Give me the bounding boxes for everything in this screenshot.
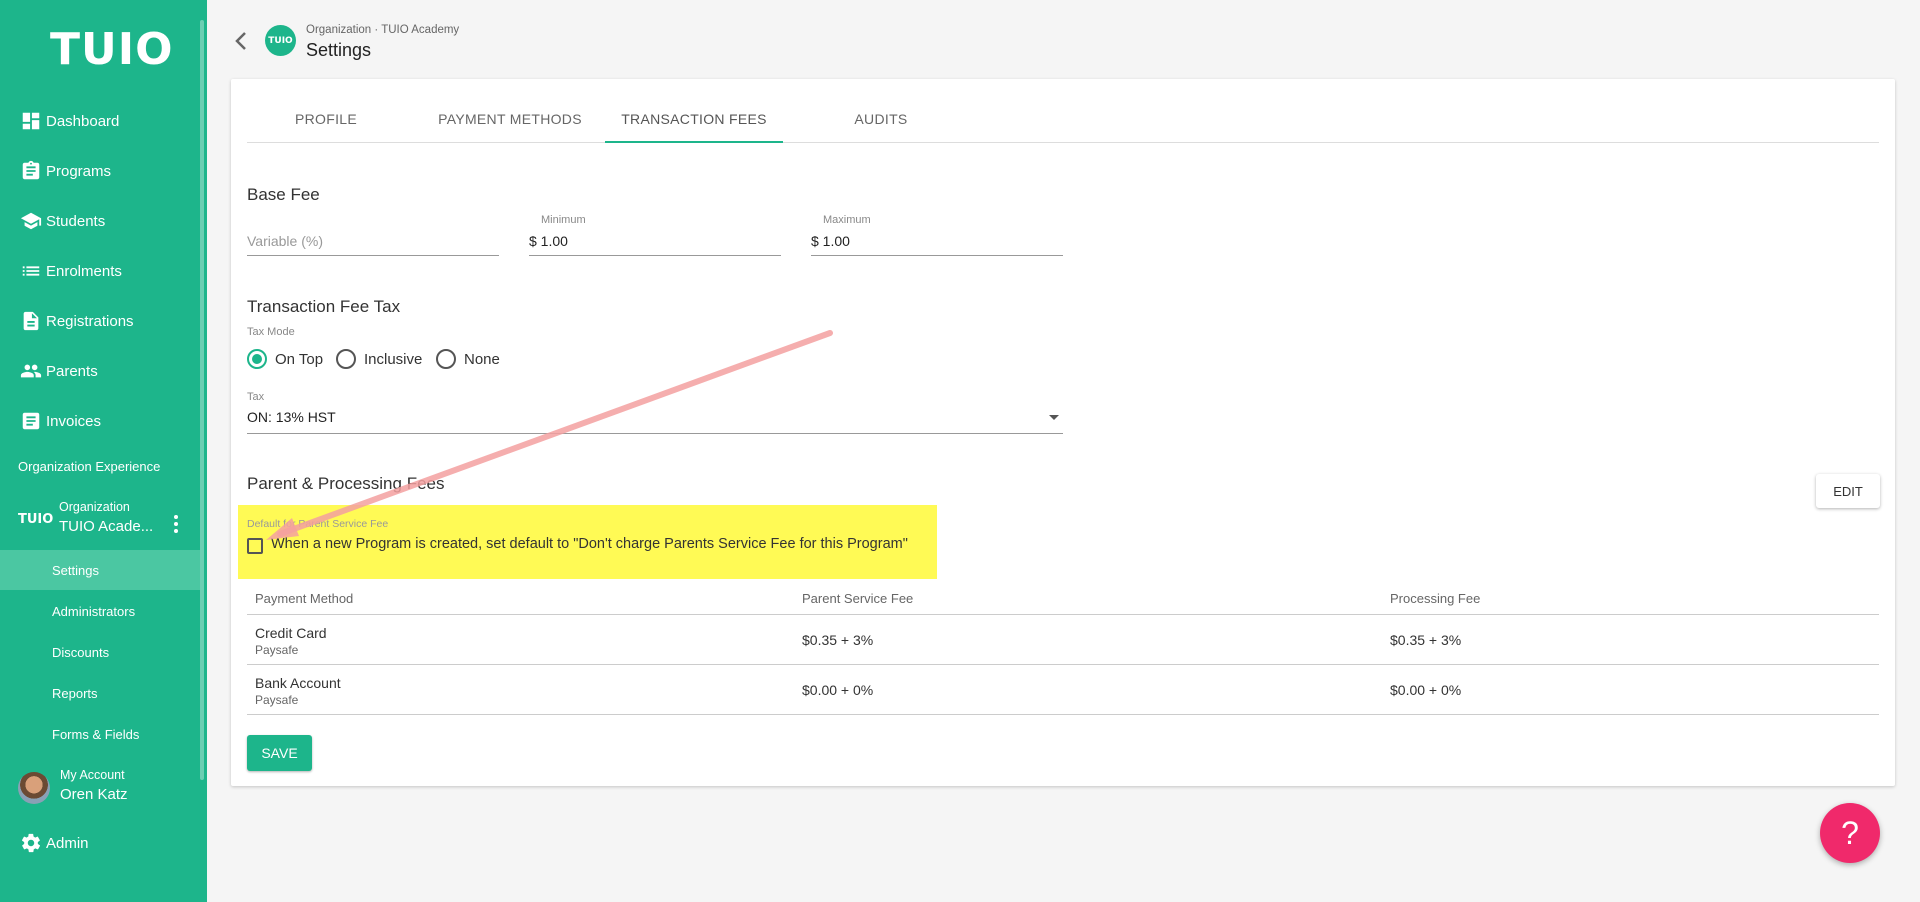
sidebar-item-registrations[interactable]: Registrations [0, 301, 200, 341]
page-title: Settings [306, 40, 372, 60]
tab-bar: PROFILE PAYMENT METHODS TRANSACTION FEES… [247, 109, 1879, 143]
sidebar-item-label: Enrolments [46, 262, 122, 280]
edit-button[interactable]: EDIT [1816, 474, 1880, 508]
table-row[interactable]: Bank Account Paysafe $0.00 + 0% $0.00 + … [247, 665, 1879, 715]
radio-none[interactable]: None [436, 349, 500, 369]
sidebar-item-admin[interactable]: Admin [0, 823, 200, 863]
base-fee-heading: Base Fee [247, 185, 320, 204]
sidebar-scrollbar[interactable] [200, 20, 204, 780]
default-parent-fee-label: Default for Parent Service Fee [247, 518, 389, 530]
sidebar-item-label: Registrations [46, 312, 134, 330]
sidebar-item-label: Dashboard [46, 112, 120, 130]
transaction-fee-tax-heading: Transaction Fee Tax [247, 297, 401, 316]
payment-method-cell: Bank Account Paysafe [255, 675, 341, 707]
tax-label: Tax [247, 391, 265, 403]
save-button[interactable]: SAVE [247, 735, 312, 771]
app-logo[interactable]: TUIO [50, 24, 174, 75]
sidebar-item-label: Parents [46, 362, 98, 380]
payment-method-name: Credit Card [255, 625, 327, 641]
back-arrow-icon[interactable] [233, 30, 249, 52]
tax-select[interactable]: ON: 13% HST [247, 406, 1063, 434]
column-header-processing-fee: Processing Fee [1390, 591, 1481, 606]
my-account[interactable]: My Account Oren Katz [0, 766, 200, 814]
default-parent-fee-checkbox[interactable] [247, 538, 263, 554]
tab-audits[interactable]: AUDITS [792, 109, 970, 143]
people-icon [20, 364, 42, 378]
parent-fee-cell: $0.35 + 3% [802, 632, 874, 648]
sidebar-item-label: Programs [46, 162, 112, 180]
payment-method-cell: Credit Card Paysafe [255, 625, 327, 657]
tax-select-value: ON: 13% HST [247, 409, 336, 425]
minimum-label: Minimum [541, 214, 586, 226]
section-label-organization-experience: Organization Experience [18, 459, 161, 474]
sidebar-item-administrators[interactable]: Administrators [0, 591, 200, 631]
column-header-payment-method: Payment Method [255, 591, 354, 606]
gear-icon [21, 833, 41, 853]
sidebar-item-label: Students [46, 212, 106, 230]
maximum-label: Maximum [823, 214, 871, 226]
sidebar: TUIO Dashboard Programs Students Enrolme… [0, 0, 207, 902]
sidebar-item-students[interactable]: Students [0, 201, 200, 241]
list-icon [22, 266, 40, 276]
sidebar-item-forms-fields[interactable]: Forms & Fields [0, 714, 200, 754]
table-header: Payment Method Parent Service Fee Proces… [247, 579, 1879, 615]
highlight-annotation: Default for Parent Service Fee When a ne… [238, 505, 937, 579]
payment-provider: Paysafe [255, 643, 299, 657]
org-logo: TUIO [18, 512, 54, 527]
tab-profile[interactable]: PROFILE [247, 109, 405, 143]
variable-percent-placeholder: Variable (%) [247, 233, 323, 249]
fees-table: Payment Method Parent Service Fee Proces… [247, 579, 1879, 715]
dropdown-arrow-icon [1049, 415, 1059, 420]
parent-fee-cell: $0.00 + 0% [802, 682, 874, 698]
radio-label: Inclusive [364, 350, 423, 368]
sidebar-item-dashboard[interactable]: Dashboard [0, 101, 200, 141]
processing-fee-cell: $0.35 + 3% [1390, 632, 1462, 648]
parent-processing-fees-heading: Parent & Processing Fees [247, 474, 445, 493]
default-parent-fee-text: When a new Program is created, set defau… [271, 536, 908, 552]
sidebar-item-settings[interactable]: Settings [0, 550, 200, 590]
organization-switcher[interactable]: TUIO Organization TUIO Acade... [0, 498, 200, 546]
tab-transaction-fees[interactable]: TRANSACTION FEES [605, 109, 783, 143]
clipboard-icon [22, 160, 40, 180]
org-label: Organization [59, 500, 130, 514]
account-name: Oren Katz [60, 786, 128, 803]
table-row[interactable]: Credit Card Paysafe $0.35 + 3% $0.35 + 3… [247, 615, 1879, 665]
radio-label: On Top [275, 350, 324, 368]
payment-method-name: Bank Account [255, 675, 341, 691]
avatar [18, 772, 50, 804]
tax-mode-label: Tax Mode [247, 326, 295, 338]
column-header-parent-service-fee: Parent Service Fee [802, 591, 914, 606]
more-vert-icon[interactable] [166, 512, 186, 536]
radio-unchecked-icon [336, 349, 356, 369]
school-icon [20, 212, 42, 230]
radio-unchecked-icon [436, 349, 456, 369]
sidebar-item-label: Invoices [46, 412, 102, 430]
org-name: TUIO Acade... [59, 518, 154, 535]
dashboard-icon [22, 112, 40, 130]
sidebar-item-label: Admin [46, 834, 89, 852]
minimum-input[interactable]: $ 1.00 [529, 230, 781, 256]
sidebar-item-enrolments[interactable]: Enrolments [0, 251, 200, 291]
receipt-icon [22, 412, 40, 430]
radio-inclusive[interactable]: Inclusive [336, 349, 422, 369]
org-avatar: TUIO [265, 25, 296, 56]
sidebar-item-parents[interactable]: Parents [0, 351, 200, 391]
account-label: My Account [60, 768, 125, 782]
sidebar-item-reports[interactable]: Reports [0, 673, 200, 713]
variable-percent-input[interactable]: Variable (%) [247, 230, 499, 256]
document-icon [23, 311, 39, 331]
maximum-input[interactable]: $ 1.00 [811, 230, 1063, 256]
tab-payment-methods[interactable]: PAYMENT METHODS [421, 109, 599, 143]
radio-label: None [464, 350, 500, 368]
radio-checked-icon [247, 349, 267, 369]
sidebar-item-invoices[interactable]: Invoices [0, 401, 200, 441]
radio-on-top[interactable]: On Top [247, 349, 323, 369]
processing-fee-cell: $0.00 + 0% [1390, 682, 1462, 698]
settings-card: PROFILE PAYMENT METHODS TRANSACTION FEES… [231, 79, 1895, 786]
sidebar-item-discounts[interactable]: Discounts [0, 632, 200, 672]
payment-provider: Paysafe [255, 693, 299, 707]
breadcrumb: Organization · TUIO Academy [306, 24, 460, 36]
sidebar-item-programs[interactable]: Programs [0, 151, 200, 191]
help-button[interactable]: ? [1820, 803, 1880, 863]
